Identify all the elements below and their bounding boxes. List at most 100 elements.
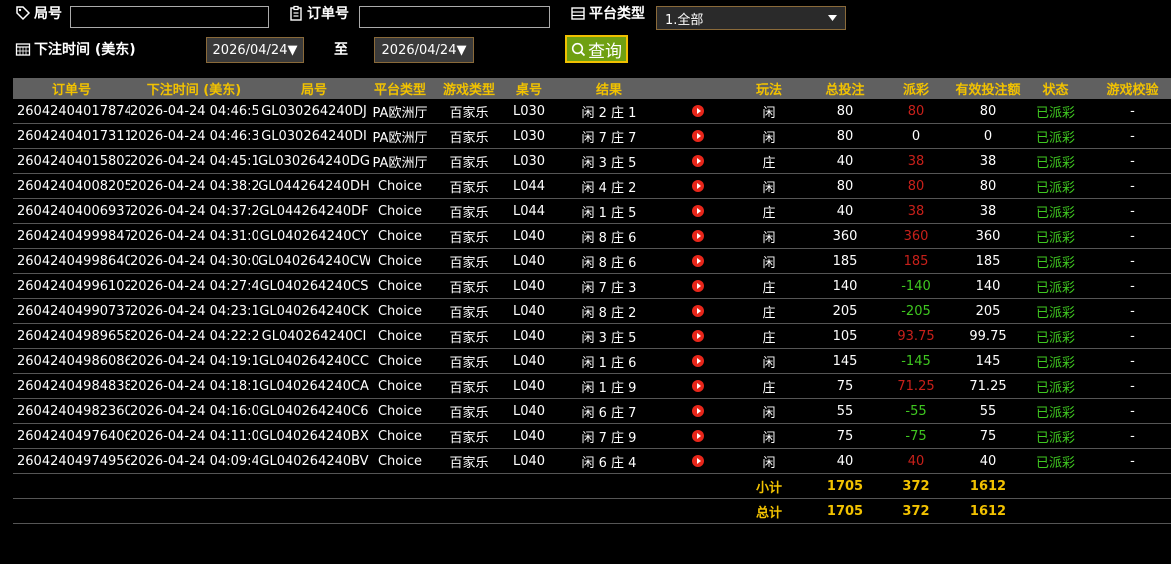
table-row[interactable]: 260424049749567 2026-04-24 04:09:48 GL0402… [13, 448, 1171, 474]
play-icon[interactable] [692, 180, 704, 192]
play-icon[interactable] [692, 355, 704, 367]
cell-status: 已派彩 [1024, 423, 1087, 449]
cell-total-bet: 75 [810, 373, 880, 399]
table-header-row: 订单号 下注时间 (美东) 局号 平台类型 游戏类型 桌号 结果 玩法 总投注 … [13, 78, 1171, 99]
cell-game-check: - [1087, 248, 1171, 274]
cell-bet-time: 2026-04-24 04:11:00 [130, 423, 258, 449]
cell-valid-bet: 80 [952, 173, 1024, 199]
table-row[interactable]: 260424049764062 2026-04-24 04:11:00 GL0402… [13, 423, 1171, 449]
col-header-play[interactable]: 玩法 [728, 78, 810, 99]
col-header-table-no[interactable]: 桌号 [508, 78, 550, 99]
play-icon[interactable] [692, 230, 704, 242]
total-row-total-bet: 1705 [810, 498, 880, 524]
table-row[interactable]: 260424040158022 2026-04-24 04:45:12 GL0302… [13, 148, 1171, 174]
order-input[interactable] [359, 6, 550, 28]
col-header-game-check[interactable]: 游戏校验 [1087, 78, 1171, 99]
cell-empty [508, 498, 550, 524]
play-icon[interactable] [692, 155, 704, 167]
play-icon[interactable] [692, 130, 704, 142]
cell-platform: PA欧洲厅 [370, 148, 430, 174]
cell-play: 闲 [728, 248, 810, 274]
col-header-order[interactable]: 订单号 [13, 78, 130, 99]
cell-game-check: - [1087, 223, 1171, 249]
cell-table-no: L040 [508, 373, 550, 399]
search-icon [571, 42, 586, 56]
cell-replay [668, 448, 728, 474]
play-icon[interactable] [692, 305, 704, 317]
table-row[interactable]: 260424049961021 2026-04-24 04:27:49 GL0402… [13, 273, 1171, 299]
cell-table-no: L040 [508, 348, 550, 374]
date-from-picker[interactable]: 2026/04/24▼ [206, 37, 304, 63]
cell-total-bet: 140 [810, 273, 880, 299]
col-header-total-bet[interactable]: 总投注 [810, 78, 880, 99]
table-row[interactable]: 260424049896588 2026-04-24 04:22:22 GL0402… [13, 323, 1171, 349]
play-icon[interactable] [692, 405, 704, 417]
cell-game-type: 百家乐 [430, 198, 508, 224]
cell-empty [550, 498, 668, 524]
play-icon[interactable] [692, 455, 704, 467]
cell-order: 260424049998478 [13, 223, 130, 249]
cell-game-check: - [1087, 423, 1171, 449]
results-table: 订单号 下注时间 (美东) 局号 平台类型 游戏类型 桌号 结果 玩法 总投注 … [13, 78, 1171, 524]
round-input[interactable] [70, 6, 269, 28]
table-row[interactable]: 260424049986400 2026-04-24 04:30:01 GL0402… [13, 248, 1171, 274]
table-row[interactable]: 260424040082051 2026-04-24 04:38:29 GL0442… [13, 173, 1171, 199]
col-header-round[interactable]: 局号 [258, 78, 370, 99]
cell-result: 闲 3 庄 5 [550, 323, 668, 349]
cell-valid-bet: 140 [952, 273, 1024, 299]
cell-game-type: 百家乐 [430, 373, 508, 399]
table-row[interactable]: 260424040173118 2026-04-24 04:46:30 GL0302… [13, 123, 1171, 149]
table-row[interactable]: 260424049848380 2026-04-24 04:18:12 GL0402… [13, 373, 1171, 399]
cell-replay [668, 423, 728, 449]
play-icon[interactable] [692, 255, 704, 267]
cell-game-type: 百家乐 [430, 348, 508, 374]
cell-status: 已派彩 [1024, 448, 1087, 474]
cell-play: 闲 [728, 448, 810, 474]
cell-total-bet: 40 [810, 198, 880, 224]
col-header-result[interactable]: 结果 [550, 78, 668, 99]
play-icon[interactable] [692, 105, 704, 117]
table-row[interactable]: 260424049907373 2026-04-24 04:23:19 GL0402… [13, 298, 1171, 324]
cell-replay [668, 273, 728, 299]
cell-valid-bet: 80 [952, 99, 1024, 124]
cell-valid-bet: 71.25 [952, 373, 1024, 399]
cell-play: 庄 [728, 298, 810, 324]
table-row[interactable]: 260424049823607 2026-04-24 04:16:05 GL0402… [13, 398, 1171, 424]
col-header-valid-bet[interactable]: 有效投注额 [952, 78, 1024, 99]
cell-game-check: - [1087, 99, 1171, 124]
cell-payout: 0 [880, 123, 952, 149]
col-header-status[interactable]: 状态 [1024, 78, 1087, 99]
play-icon[interactable] [692, 380, 704, 392]
cell-platform: Choice [370, 298, 430, 324]
table-row[interactable]: 260424049860865 2026-04-24 04:19:17 GL0402… [13, 348, 1171, 374]
table-row[interactable]: 260424040178741 2026-04-24 04:46:58 GL0302… [13, 99, 1171, 124]
play-icon[interactable] [692, 280, 704, 292]
cell-status: 已派彩 [1024, 173, 1087, 199]
cell-round: GL044264240DH [258, 173, 370, 199]
col-header-replay [668, 78, 728, 99]
col-header-game-type[interactable]: 游戏类型 [430, 78, 508, 99]
date-to-picker[interactable]: 2026/04/24▼ [374, 37, 474, 63]
cell-total-bet: 205 [810, 298, 880, 324]
cell-empty [430, 473, 508, 499]
col-header-platform[interactable]: 平台类型 [370, 78, 430, 99]
cell-empty [13, 498, 130, 524]
play-icon[interactable] [692, 205, 704, 217]
play-icon[interactable] [692, 330, 704, 342]
subtotal-row: 小计 1705 372 1612 [13, 473, 1171, 499]
col-header-payout[interactable]: 派彩 [880, 78, 952, 99]
query-button[interactable]: 查询 [565, 35, 628, 63]
cell-order: 260424040158022 [13, 148, 130, 174]
cell-payout: 40 [880, 448, 952, 474]
cell-payout: 360 [880, 223, 952, 249]
play-icon[interactable] [692, 430, 704, 442]
table-row[interactable]: 260424040069374 2026-04-24 04:37:27 GL0442… [13, 198, 1171, 224]
cell-play: 庄 [728, 323, 810, 349]
platform-select[interactable]: 1.全部 [656, 6, 846, 30]
table-row[interactable]: 260424049998478 2026-04-24 04:31:04 GL0402… [13, 223, 1171, 249]
cell-replay [668, 173, 728, 199]
col-header-bet-time[interactable]: 下注时间 (美东) [130, 78, 258, 99]
calendar-icon [15, 43, 31, 56]
cell-round: GL030264240DG [258, 148, 370, 174]
cell-play: 闲 [728, 348, 810, 374]
